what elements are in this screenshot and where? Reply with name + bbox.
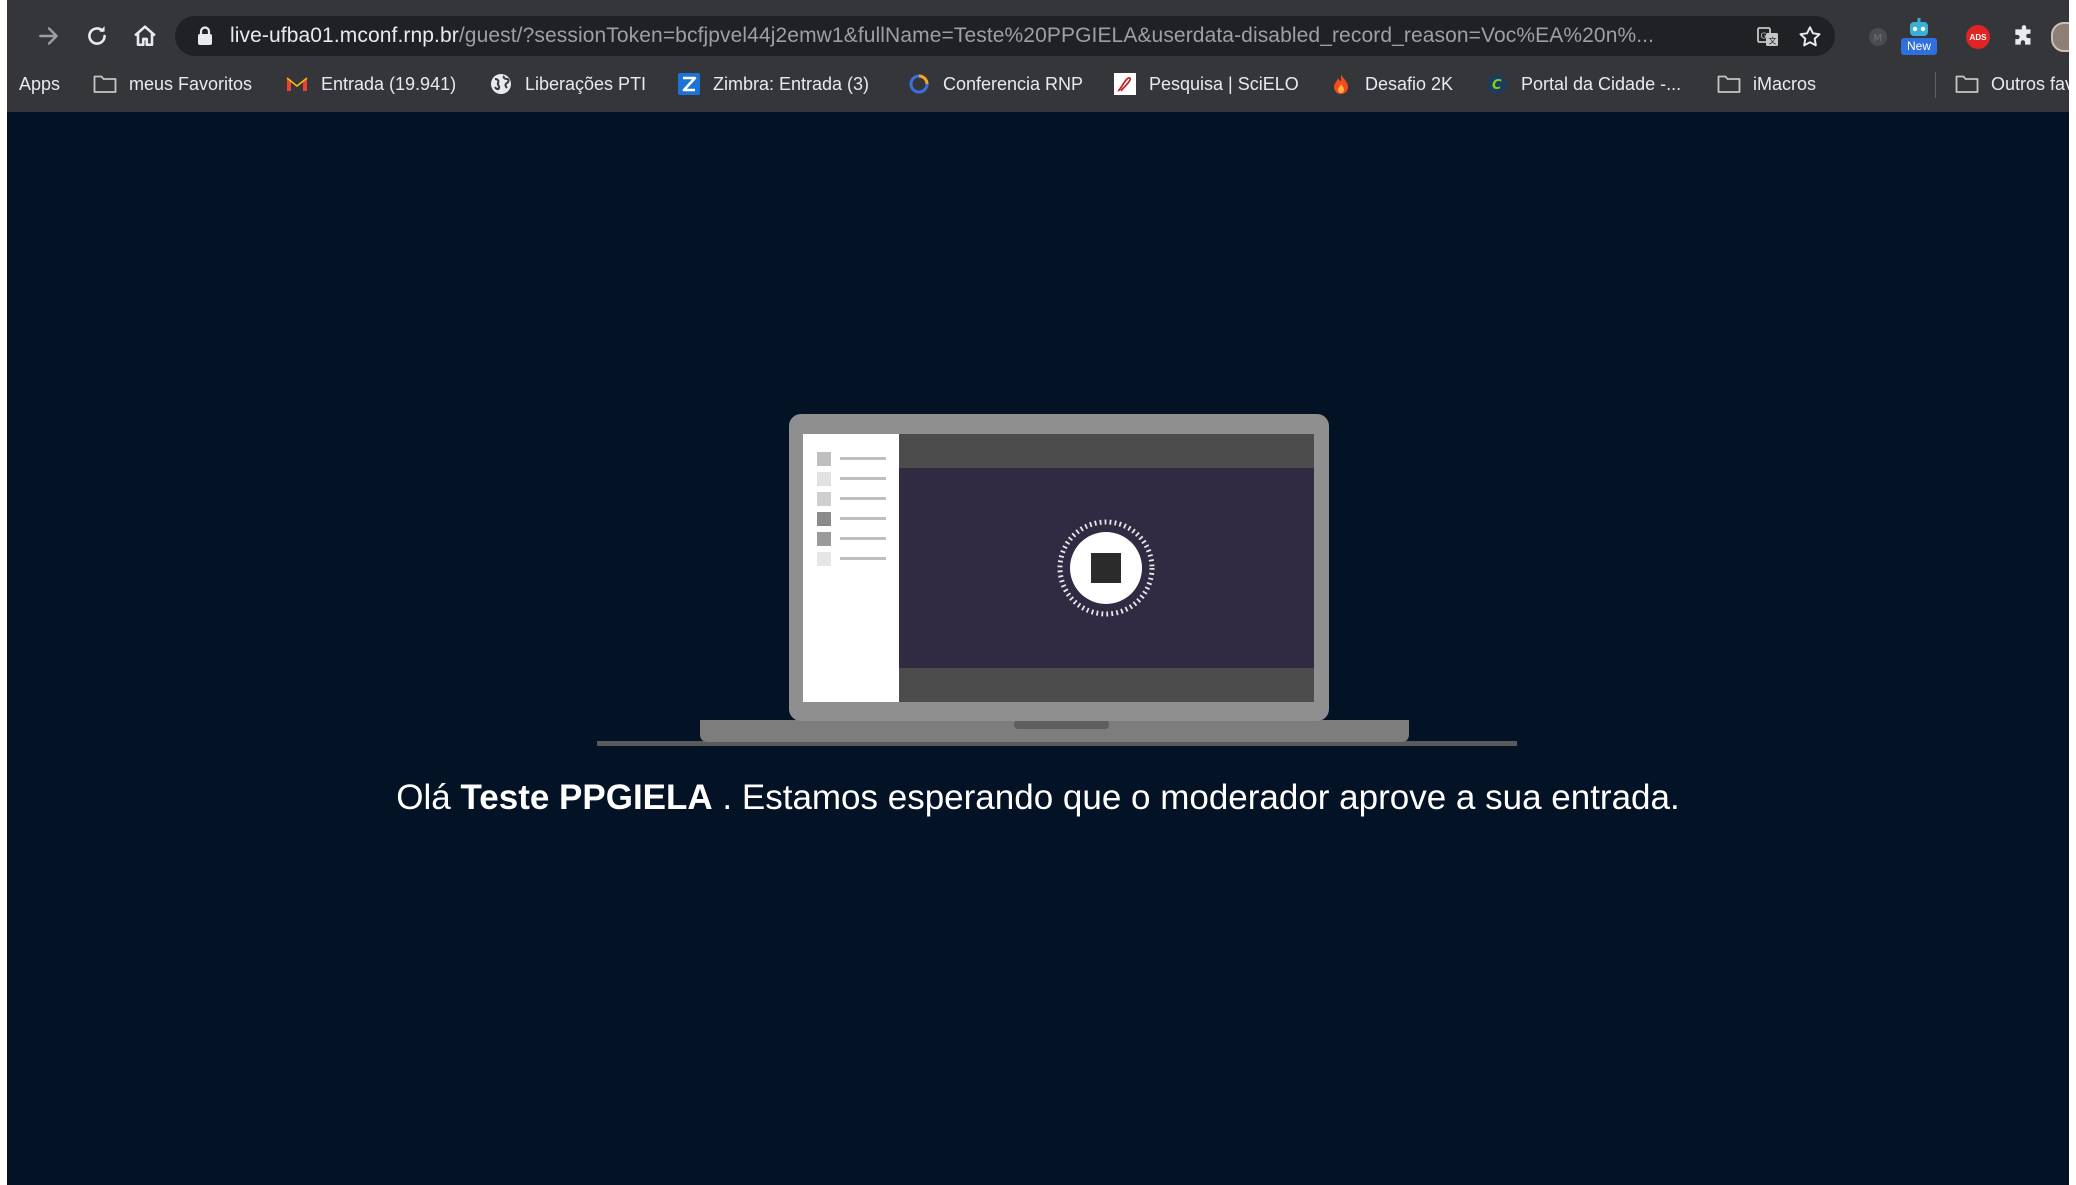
bookmark-portal-da-cidade[interactable]: C Portal da Cidade -... bbox=[1485, 64, 1681, 104]
folder-icon bbox=[93, 72, 117, 96]
folder-icon bbox=[1717, 72, 1741, 96]
svg-text:C: C bbox=[1492, 78, 1502, 93]
browser-window: live-ufba01.mconf.rnp.br/guest/?sessionT… bbox=[7, 0, 2069, 1185]
extension-new-button[interactable]: New bbox=[1901, 16, 1937, 60]
reload-button[interactable] bbox=[77, 16, 117, 56]
folder-icon bbox=[1955, 72, 1979, 96]
arrow-right-icon bbox=[39, 27, 58, 45]
ads-icon: ADS bbox=[1966, 25, 1990, 49]
bookmarks-separator bbox=[1935, 72, 1936, 98]
scielo-icon bbox=[1113, 72, 1137, 96]
laptop-waiting-illustration bbox=[597, 414, 1517, 746]
flame-icon bbox=[1329, 72, 1353, 96]
url-text[interactable]: live-ufba01.mconf.rnp.br/guest/?sessionT… bbox=[230, 16, 1740, 56]
bookmark-label: Zimbra: Entrada (3) bbox=[713, 73, 870, 94]
bookmark-label: Outros fav bbox=[1991, 73, 2069, 94]
translate-button[interactable]: G 文 bbox=[1755, 24, 1781, 50]
svg-text:M: M bbox=[1874, 33, 1883, 44]
translate-icon: G 文 bbox=[1757, 27, 1778, 46]
bookmark-zimbra[interactable]: Zimbra: Entrada (3) bbox=[677, 64, 869, 104]
bookmark-apps[interactable]: Apps bbox=[19, 64, 60, 104]
bookmark-label: Apps bbox=[19, 73, 61, 94]
stop-icon bbox=[1091, 553, 1121, 583]
bookmark-label: Portal da Cidade -... bbox=[1521, 73, 1682, 94]
forward-button[interactable] bbox=[29, 16, 69, 56]
portal-icon: C bbox=[1485, 72, 1509, 96]
extension-icon: M bbox=[1869, 28, 1887, 46]
bookmark-label: Desafio 2K bbox=[1365, 73, 1454, 94]
bookmarks-bar: Apps meus Favoritos Entrada (19.941) Lib… bbox=[7, 64, 2069, 104]
avatar bbox=[2051, 22, 2069, 52]
gmail-icon bbox=[285, 72, 309, 96]
greeting-text: Olá bbox=[396, 778, 451, 817]
lock-icon[interactable] bbox=[197, 26, 213, 46]
zimbra-icon bbox=[677, 72, 701, 96]
svg-text:文: 文 bbox=[1769, 36, 1777, 46]
bookmark-liberacoes-pti[interactable]: Liberações PTI bbox=[489, 64, 646, 104]
bookmark-label: Entrada (19.941) bbox=[321, 73, 457, 94]
bookmark-label: Liberações PTI bbox=[525, 73, 647, 94]
bookmark-outros-favoritos[interactable]: Outros fav bbox=[1955, 64, 2069, 104]
new-badge: New bbox=[1901, 38, 1937, 55]
profile-avatar-button[interactable] bbox=[2051, 22, 2069, 52]
bookmark-star-button[interactable] bbox=[1797, 24, 1823, 50]
home-button[interactable] bbox=[125, 16, 165, 56]
url-path: /guest/?sessionToken=bcfjpvel44j2emw1&fu… bbox=[458, 24, 1655, 47]
bookmark-gmail[interactable]: Entrada (19.941) bbox=[285, 64, 456, 104]
extension-mconf-button[interactable]: M bbox=[1863, 22, 1893, 52]
browser-toolbar: live-ufba01.mconf.rnp.br/guest/?sessionT… bbox=[7, 8, 2069, 64]
bookmark-desafio-2k[interactable]: Desafio 2K bbox=[1329, 64, 1453, 104]
bookmark-label: iMacros bbox=[1753, 73, 1817, 94]
rnp-icon bbox=[907, 72, 931, 96]
user-name: Teste PPGIELA bbox=[460, 778, 713, 817]
puzzle-icon bbox=[2015, 25, 2031, 45]
globe-icon bbox=[489, 72, 513, 96]
home-icon bbox=[134, 25, 156, 47]
extension-ads-button[interactable]: ADS bbox=[1963, 22, 1993, 52]
bookmark-label: Conferencia RNP bbox=[943, 73, 1084, 94]
svg-text:G: G bbox=[1761, 32, 1767, 41]
waiting-text: . Estamos esperando que o moderador apro… bbox=[722, 778, 1680, 817]
waiting-message: Olá Teste PPGIELA . Estamos esperando qu… bbox=[7, 778, 2069, 818]
extensions-menu-button[interactable] bbox=[2009, 22, 2039, 52]
bookmark-conferencia-rnp[interactable]: Conferencia RNP bbox=[907, 64, 1083, 104]
bookmark-imacros[interactable]: iMacros bbox=[1717, 64, 1816, 104]
address-bar[interactable]: live-ufba01.mconf.rnp.br/guest/?sessionT… bbox=[175, 16, 1835, 56]
reload-icon bbox=[88, 26, 106, 45]
browser-chrome: live-ufba01.mconf.rnp.br/guest/?sessionT… bbox=[7, 0, 2069, 112]
bookmark-scielo[interactable]: Pesquisa | SciELO bbox=[1113, 64, 1299, 104]
robot-icon bbox=[1910, 18, 1928, 36]
laptop-notch bbox=[1014, 720, 1109, 729]
bookmark-label: meus Favoritos bbox=[129, 73, 253, 94]
bookmark-label: Pesquisa | SciELO bbox=[1149, 73, 1299, 94]
bookmark-meus-favoritos[interactable]: meus Favoritos bbox=[93, 64, 252, 104]
ads-label: ADS bbox=[1969, 32, 1987, 42]
star-icon bbox=[1799, 26, 1821, 47]
url-host: live-ufba01.mconf.rnp.br bbox=[230, 24, 459, 47]
